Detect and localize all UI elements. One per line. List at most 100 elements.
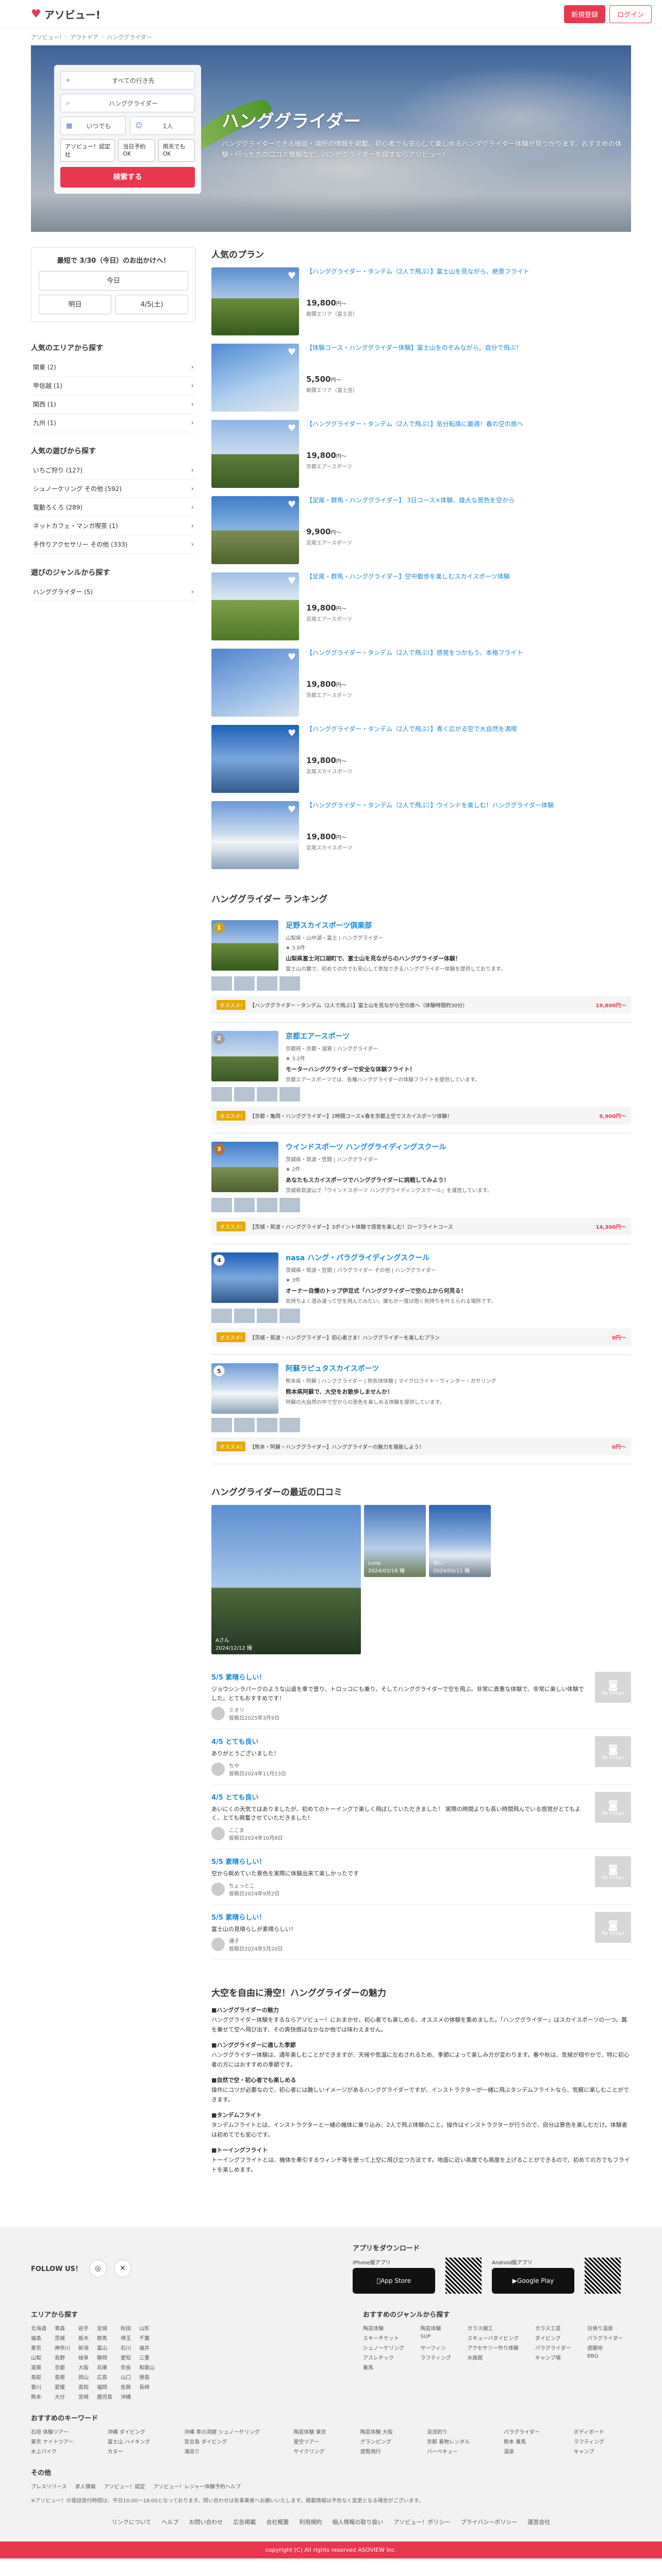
footer-area-link[interactable]: 福島 [31, 2334, 46, 2342]
favorite-heart-icon[interactable]: ♥ [288, 728, 296, 739]
footer-area-link[interactable]: 佐賀 [121, 2383, 131, 2391]
sidebar-link[interactable]: シュノーケリング その他 (592) › [31, 480, 196, 498]
footer-keyword-link[interactable]: 富士山 ハイキング [108, 2437, 177, 2445]
breadcrumb-item[interactable]: アウトドア [70, 33, 98, 41]
instagram-icon[interactable]: ◎ [89, 2259, 107, 2277]
review-title[interactable]: 4/5 とても良い [211, 1736, 585, 1746]
footer-keyword-link[interactable]: 渓流釣り [427, 2428, 496, 2435]
photo-thumbnail[interactable] [234, 1198, 255, 1212]
signup-button[interactable]: 新規登録 [564, 5, 605, 23]
sidebar-link[interactable]: 関西 (1) › [31, 395, 196, 414]
footer-area-link[interactable]: 香川 [31, 2383, 46, 2391]
footer-area-link[interactable]: 鹿児島 [97, 2393, 112, 2400]
footer-keyword-link[interactable]: 沖縄 ダイビング [108, 2428, 177, 2435]
plan-image[interactable]: ♥ [211, 649, 299, 717]
login-button[interactable]: ログイン [609, 5, 652, 23]
site-logo[interactable]: ♥ アソビュー! [31, 7, 101, 22]
footer-area-link[interactable]: 愛知 [121, 2353, 131, 2361]
photo-thumbnail[interactable] [234, 1418, 255, 1432]
plan-card[interactable]: ♥ 【体験コース・ハンググライダー体験】富士山をのぞみながら、自分で飛ぶ！ 5,50… [211, 344, 631, 412]
plan-title[interactable]: 【ハンググライダー・タンデム（2人で飛ぶ）】気分転換に最適！春の空の旅へ [306, 420, 631, 447]
footer-link[interactable]: リンクについて [112, 2518, 152, 2526]
plan-title[interactable]: 【ハンググライダー・タンデム（2人で飛ぶ）】感覚をつかもう、本格フライト [306, 649, 631, 675]
footer-genre-link[interactable]: ガラス細工 [467, 2324, 526, 2332]
footer-keyword-link[interactable]: 遊覧飛行 [360, 2447, 420, 2455]
date-weekend-button[interactable]: 4/5(土) [115, 295, 188, 314]
favorite-heart-icon[interactable]: ♥ [288, 499, 296, 510]
review-title[interactable]: 4/5 とても良い [211, 1792, 585, 1802]
footer-area-link[interactable]: 山形 [139, 2324, 155, 2332]
footer-keyword-link[interactable]: 陶芸体験 東京 [294, 2428, 353, 2435]
review-title[interactable]: 5/5 素晴らしい！ [211, 1672, 585, 1682]
footer-genre-link[interactable]: アスレチック [363, 2353, 412, 2361]
footer-area-link[interactable]: 沖縄 [121, 2393, 131, 2400]
date-today-button[interactable]: 今日 [39, 271, 188, 291]
plan-title[interactable]: 【ハンググライダー・タンデム（2人で飛ぶ）】ウインドを楽しむ！ハンググライダー体… [306, 801, 631, 828]
review-title[interactable]: 5/5 素晴らしい！ [211, 1912, 585, 1922]
recommended-plan[interactable]: オススメ! 【茨城・筑波・ハンググライダー】初心者さま！ハンググライダーを楽しむプ… [211, 1328, 631, 1346]
footer-keyword-link[interactable]: 石垣 体験ツアー [31, 2428, 101, 2435]
footer-genre-link[interactable]: スキューバダイビング [467, 2334, 526, 2342]
footer-area-link[interactable]: 静岡 [97, 2353, 112, 2361]
footer-keyword-link[interactable]: バーベキュー [427, 2447, 496, 2455]
photo-thumbnail[interactable] [234, 1087, 255, 1101]
footer-genre-link[interactable]: 陶芸体験 [363, 2324, 412, 2332]
footer-area-link[interactable]: 茨城 [55, 2334, 70, 2342]
ranking-image[interactable]: 1 [211, 920, 278, 971]
footer-area-link[interactable]: 新潟 [78, 2344, 89, 2351]
sidebar-link[interactable]: 関東 (2) › [31, 358, 196, 377]
plan-card[interactable]: ♥ 【ハンググライダー・タンデム（2人で飛ぶ）】感覚をつかもう、本格フライト 19,… [211, 649, 631, 717]
footer-area-link[interactable]: 高知 [78, 2383, 89, 2391]
plan-card[interactable]: ♥ 【足尾・群馬・ハンググライダー】 3日コース×体験、雄大な景色を空から 9,90… [211, 496, 631, 564]
photo-thumbnail[interactable] [211, 1418, 232, 1432]
review-photo[interactable]: Aさん 2024/12/12 撮 [211, 1505, 361, 1654]
plan-title[interactable]: 【体験コース・ハンググライダー体験】富士山をのぞみながら、自分で飛ぶ！ [306, 344, 631, 370]
photo-thumbnail[interactable] [257, 1418, 277, 1432]
footer-keyword-link[interactable]: 京都 着物レンタル [427, 2437, 496, 2445]
footer-area-link[interactable]: 広島 [97, 2373, 112, 2381]
ranking-image[interactable]: 5 [211, 1363, 278, 1414]
plan-card[interactable]: ♥ 【ハンググライダー・タンデム（2人で飛ぶ）】富士山を見ながら、絶景フライト 19… [211, 267, 631, 335]
footer-genre-link[interactable]: 日帰り温泉 [587, 2324, 631, 2332]
footer-keyword-link[interactable]: 水上バイク [31, 2447, 101, 2455]
footer-area-link[interactable]: 富山 [97, 2344, 112, 2351]
footer-keyword-link[interactable]: 東京 ナイトツアー [31, 2437, 101, 2445]
footer-keyword-link[interactable]: 星空ツアー [294, 2437, 353, 2445]
plan-image[interactable]: ♥ [211, 801, 299, 869]
breadcrumb-item[interactable]: アソビュー! [31, 33, 61, 41]
footer-keyword-link[interactable]: ボディボード [574, 2428, 631, 2435]
footer-genre-link[interactable]: BBQ [587, 2353, 631, 2361]
shop-name-link[interactable]: 京都エアースポーツ [286, 1031, 631, 1041]
photo-thumbnail[interactable] [211, 976, 232, 991]
photo-thumbnail[interactable] [234, 1309, 255, 1323]
date-select[interactable]: ▦ いつでも [60, 116, 126, 135]
footer-area-link[interactable]: 滋賀 [31, 2363, 46, 2371]
footer-area-link[interactable]: 岩手 [78, 2324, 89, 2332]
people-select[interactable]: ☺ 1人 [129, 116, 195, 135]
footer-genre-link[interactable]: SUP [420, 2334, 459, 2342]
shop-name-link[interactable]: ウインドスポーツ ハンググライディングスクール [286, 1142, 631, 1152]
footer-genre-link[interactable]: アクセサリー作り体験 [467, 2344, 526, 2351]
footer-genre-link[interactable]: ガラス工芸 [535, 2324, 579, 2332]
plan-image[interactable]: ♥ [211, 725, 299, 793]
footer-genre-link[interactable]: パラグライダー [587, 2334, 631, 2342]
plan-image[interactable]: ♥ [211, 496, 299, 564]
favorite-heart-icon[interactable]: ♥ [288, 270, 296, 281]
app-store-button[interactable]:  App Store [353, 2267, 435, 2294]
footer-genre-link[interactable]: サーフィン [420, 2344, 459, 2351]
photo-thumbnail[interactable] [257, 976, 277, 991]
favorite-heart-icon[interactable]: ♥ [288, 652, 296, 663]
footer-link[interactable]: 個人情報の取り扱い [332, 2518, 383, 2526]
footer-keyword-link[interactable]: グランピング [360, 2437, 420, 2445]
footer-area-link[interactable]: 岐阜 [78, 2353, 89, 2361]
photo-thumbnail[interactable] [234, 976, 255, 991]
footer-area-link[interactable]: 京都 [55, 2363, 70, 2371]
footer-link[interactable]: 運営会社 [527, 2518, 550, 2526]
review-photo[interactable]: ゆい 2024/03/11 撮 [429, 1505, 491, 1577]
footer-area-link[interactable]: 長野 [55, 2353, 70, 2361]
footer-area-link[interactable]: 大阪 [78, 2363, 89, 2371]
footer-link[interactable]: 利用規約 [299, 2518, 322, 2526]
footer-area-link[interactable]: 大分 [55, 2393, 70, 2400]
footer-area-link[interactable]: 愛媛 [55, 2383, 70, 2391]
sidebar-link[interactable]: 手作りアクセサリー その他 (333) › [31, 535, 196, 554]
